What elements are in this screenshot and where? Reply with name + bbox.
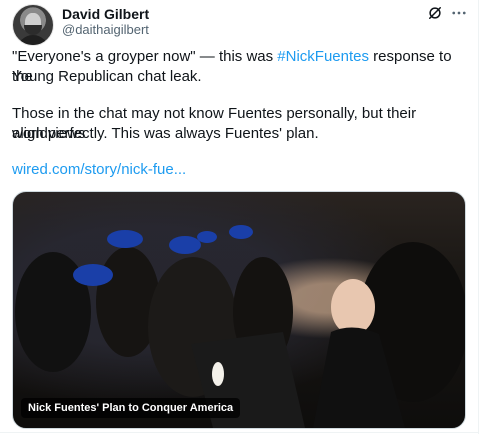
article-link[interactable]: wired.com/story/nick-fue... [12,160,472,180]
author-name[interactable]: David Gilbert [62,6,149,22]
photo-illustration [15,225,465,428]
more-options-icon[interactable] [450,4,468,22]
avatar-beard-shape [24,25,42,35]
avatar[interactable] [12,4,54,46]
link-card-caption: Nick Fuentes' Plan to Conquer America [21,398,241,418]
author-handle[interactable]: @daithaigilbert [62,22,149,38]
divider [0,432,478,433]
tweet-text-line-4: align perfectly. This was always Fuentes… [12,125,319,142]
grok-icon[interactable] [426,4,444,22]
tweet-card: David Gilbert @daithaigilbert "Everyone'… [0,0,479,434]
link-card-image[interactable]: Nick Fuentes' Plan to Conquer America [12,191,466,429]
avatar-body-shape [17,35,49,45]
tweet-text-line-2: Young Republican chat leak. [12,68,202,85]
hashtag-link[interactable]: #NickFuentes [277,48,369,65]
tweet-text-segment: "Everyone's a groyper now" — this was [12,48,278,65]
